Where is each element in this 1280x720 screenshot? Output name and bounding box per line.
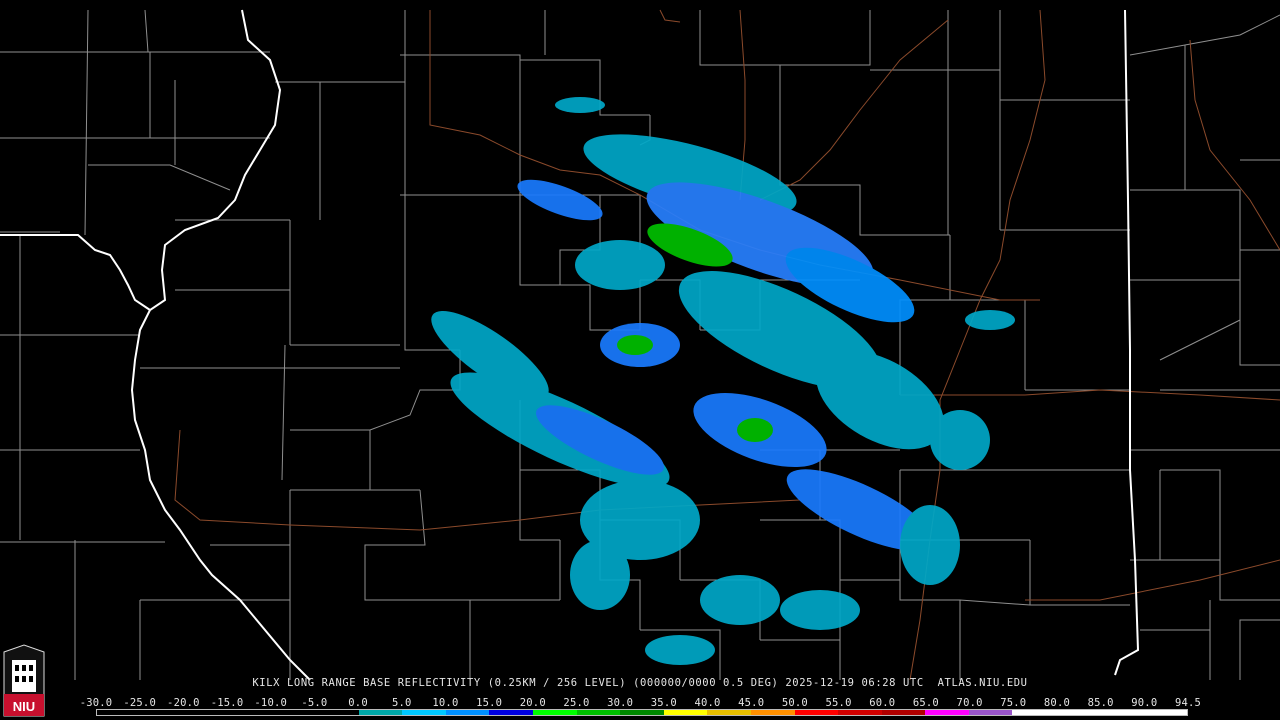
scale-swatch	[750, 710, 795, 715]
scale-label: 90.0	[1131, 697, 1158, 709]
radar-product-caption: KILX LONG RANGE BASE REFLECTIVITY (0.25K…	[252, 677, 1028, 689]
scale-label: -20.0	[167, 697, 200, 709]
scale-swatch	[358, 710, 403, 715]
reflectivity-color-scale	[96, 709, 1188, 716]
scale-swatch	[1012, 710, 1057, 715]
scale-swatch	[97, 710, 141, 715]
scale-swatch	[968, 710, 1013, 715]
scale-label: 65.0	[912, 697, 939, 709]
scale-label: 0.0	[348, 697, 368, 709]
scale-swatch	[838, 710, 882, 715]
scale-label: -30.0	[79, 697, 113, 709]
scale-label: -25.0	[123, 697, 156, 709]
scale-swatch	[881, 710, 926, 715]
scale-swatch	[925, 710, 969, 715]
scale-swatch	[663, 710, 708, 715]
scale-label: 35.0	[650, 697, 677, 709]
scale-label: 10.0	[432, 697, 459, 709]
scale-swatch	[1056, 710, 1100, 715]
scale-label: -15.0	[210, 697, 244, 709]
scale-swatch	[794, 710, 839, 715]
scale-swatch	[314, 710, 359, 715]
scale-swatch	[620, 710, 664, 715]
scale-label: 15.0	[476, 697, 503, 709]
scale-label: 5.0	[391, 697, 412, 709]
scale-label: 30.0	[607, 697, 634, 709]
scale-swatch	[227, 710, 272, 715]
scale-swatch	[271, 710, 315, 715]
scale-label: -5.0	[301, 697, 328, 709]
scale-label: 85.0	[1087, 697, 1114, 709]
scale-swatch	[184, 710, 228, 715]
scale-swatch	[1143, 710, 1187, 715]
scale-label: 25.0	[563, 697, 590, 709]
scale-swatch	[445, 710, 490, 715]
scale-label: 50.0	[781, 697, 808, 709]
scale-label: 40.0	[694, 697, 721, 709]
scale-label: -10.0	[254, 697, 288, 709]
scale-label: 55.0	[825, 697, 852, 709]
scale-swatch	[576, 710, 621, 715]
scale-label: 20.0	[519, 697, 546, 709]
logo-text: NIU	[13, 699, 35, 714]
scale-label: 75.0	[1000, 697, 1027, 709]
scale-label: 70.0	[956, 697, 983, 709]
scale-label: 80.0	[1043, 697, 1070, 709]
scale-swatch	[140, 710, 185, 715]
scale-label: 60.0	[869, 697, 896, 709]
scale-swatch	[1099, 710, 1144, 715]
scale-swatch	[489, 710, 533, 715]
radar-map: NIU	[0, 0, 1280, 720]
reflectivity-scale-labels: -30.0 -25.0 -20.0 -15.0 -10.0 -5.0 0.0 5.0 10.0 1…	[80, 697, 1201, 709]
scale-label: 45.0	[738, 697, 765, 709]
scale-swatch	[707, 710, 751, 715]
scale-swatch	[402, 710, 446, 715]
scale-label: 94.5	[1174, 697, 1202, 709]
scale-swatch	[532, 710, 577, 715]
